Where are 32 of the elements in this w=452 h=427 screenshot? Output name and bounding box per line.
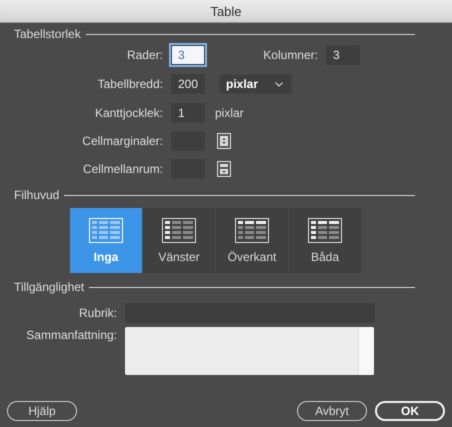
window-title: Table <box>0 0 452 23</box>
rows-field[interactable]: 3 <box>171 45 205 65</box>
table-icon <box>308 218 342 242</box>
section-heading: Filhuvud <box>14 188 60 202</box>
cancel-button[interactable]: Avbryt <box>297 401 367 421</box>
section-heading: Tillgänglighet <box>14 280 84 294</box>
unit-dropdown[interactable]: pixlar <box>219 74 292 94</box>
stepper-icon[interactable] <box>217 161 231 177</box>
field-label: Sammanfattning: <box>25 328 117 342</box>
header-option[interactable]: Vänster <box>143 208 216 273</box>
header-option[interactable]: Båda <box>289 208 362 273</box>
field-label: Kanttjocklek: <box>94 106 163 120</box>
field-label: Cellmarginaler: <box>81 134 163 148</box>
field-label: Cellmellanrum: <box>82 162 163 176</box>
ok-button[interactable]: OK <box>375 401 445 421</box>
field-label: Tabellbredd: <box>96 77 163 91</box>
summary-field[interactable] <box>125 327 374 375</box>
table-icon <box>162 218 196 242</box>
field-label: Kolumner: <box>262 48 318 62</box>
field-label: Rubrik: <box>78 306 117 320</box>
header-option[interactable]: Överkant <box>216 208 289 273</box>
section-heading: Tabellstorlek <box>14 27 81 41</box>
border-field[interactable]: 1 <box>171 103 205 123</box>
table-icon <box>89 218 123 242</box>
width-field[interactable]: 200 <box>171 74 205 94</box>
chevron-icon <box>275 82 283 86</box>
unit-label: pixlar <box>215 106 244 120</box>
field-label: Rader: <box>126 48 163 62</box>
columns-field[interactable]: 3 <box>326 45 360 65</box>
table-icon <box>235 218 269 242</box>
help-button[interactable]: Hjälp <box>7 401 77 421</box>
stepper-icon[interactable] <box>217 133 231 149</box>
